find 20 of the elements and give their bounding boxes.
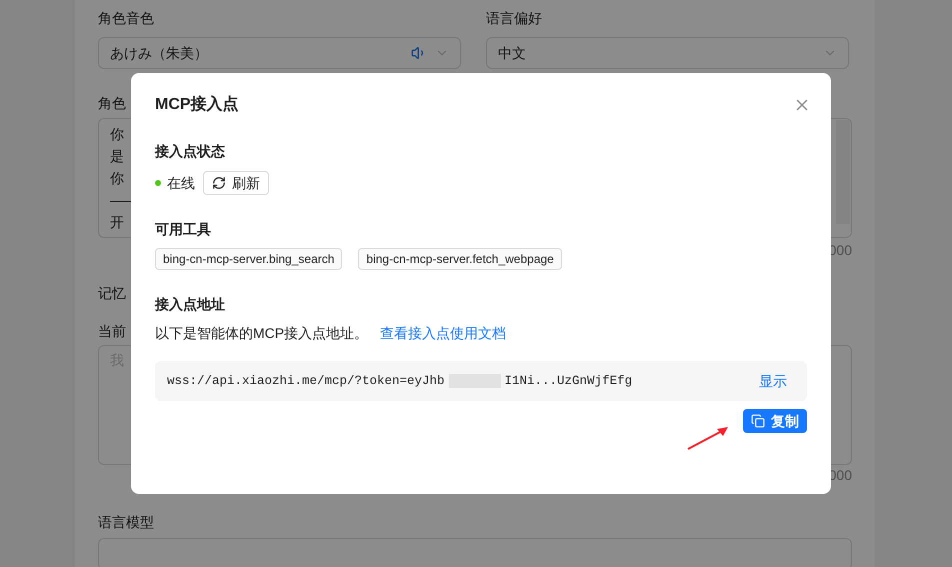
field-label: 语言模型 bbox=[98, 513, 154, 532]
textarea-line: 你 bbox=[110, 125, 124, 144]
tool-tag: bing-cn-mcp-server.fetch_webpage bbox=[358, 248, 562, 270]
textarea-line: 开 bbox=[110, 213, 124, 232]
tool-tag: bing-cn-mcp-server.bing_search bbox=[155, 248, 342, 270]
field-label: 语言偏好 bbox=[486, 9, 543, 28]
dialog-title: MCP接入点 bbox=[155, 94, 239, 115]
description-text: 以下是智能体的MCP接入点地址。 bbox=[155, 324, 368, 343]
section-heading: 可用工具 bbox=[155, 220, 211, 239]
field-label: 角色音色 bbox=[98, 9, 155, 28]
section-heading: 接入点状态 bbox=[155, 142, 225, 161]
status-text: 在线 bbox=[167, 174, 195, 192]
textarea-line: 你 bbox=[110, 169, 124, 188]
field-label: 角色 bbox=[98, 94, 126, 113]
section-heading: 接入点地址 bbox=[155, 295, 225, 314]
field-label: 当前 bbox=[98, 322, 126, 341]
token-text: I1Ni...UzGnWjfEfg bbox=[504, 372, 632, 390]
field-label: 记忆 bbox=[98, 284, 126, 303]
textarea-line: 是 bbox=[110, 147, 124, 166]
token-text: wss://api.xiaozhi.me/mcp/?token=eyJhb bbox=[167, 372, 445, 390]
